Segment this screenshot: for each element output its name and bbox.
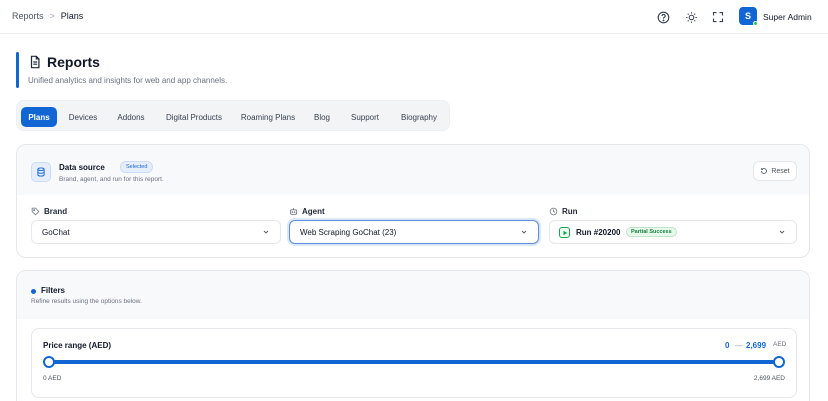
brand-select[interactable]: GoChat [31, 220, 281, 244]
chevron-down-icon [521, 230, 527, 234]
agent-select[interactable]: Web Scraping GoChat (23) [289, 220, 539, 244]
brand-value: GoChat [42, 228, 70, 237]
run-status-badge: Partial Success [626, 227, 677, 237]
data-source-card: Data source Selected Brand, agent, and r… [16, 144, 810, 258]
filters-dot [31, 289, 36, 294]
price-max-handle[interactable] [773, 356, 785, 368]
price-range-dash: — [735, 341, 743, 350]
price-unit: AED [773, 341, 787, 348]
chevron-down-icon [779, 230, 785, 234]
agent-field-label: Agent [289, 207, 325, 216]
database-icon [31, 162, 51, 182]
tab-devices[interactable]: Devices [63, 107, 103, 127]
price-min-handle[interactable] [43, 356, 55, 368]
top-bar: Reports > Plans S Super Admin [0, 0, 828, 34]
reset-button[interactable]: Reset [753, 161, 797, 181]
tab-digital-products[interactable]: Digital Products [159, 107, 229, 127]
breadcrumb: Reports > Plans [12, 11, 83, 21]
report-tabs: Plans Devices Addons Digital Products Ro… [16, 100, 450, 131]
data-source-subtitle: Brand, agent, and run for this report. [59, 176, 164, 183]
tab-plans[interactable]: Plans [21, 107, 57, 127]
run-select[interactable]: Run #20200 Partial Success [549, 220, 797, 244]
breadcrumb-separator: > [49, 11, 55, 21]
page-subtitle: Unified analytics and insights for web a… [28, 76, 228, 85]
clock-icon [549, 207, 558, 216]
chevron-down-icon [263, 230, 269, 234]
agent-value: Web Scraping GoChat (23) [300, 228, 397, 237]
filters-card: Filters Refine results using the options… [16, 270, 810, 401]
tab-support[interactable]: Support [343, 107, 387, 127]
filters-title: Filters [41, 286, 66, 295]
run-value: Run #20200 [576, 228, 621, 237]
price-range-min-label: 0 AED [43, 375, 62, 382]
page-title: Reports [47, 54, 100, 70]
price-selected-min: 0 [725, 341, 730, 350]
price-slider-fill [49, 360, 779, 364]
run-field-label: Run [549, 207, 578, 216]
tab-roaming-plans[interactable]: Roaming Plans [235, 107, 301, 127]
tab-blog[interactable]: Blog [307, 107, 337, 127]
help-icon[interactable] [655, 9, 671, 25]
theme-toggle-icon[interactable] [683, 9, 699, 25]
username[interactable]: Super Admin [763, 12, 812, 22]
filters-subtitle: Refine results using the options below. [31, 298, 142, 305]
brand-field-label: Brand [31, 207, 67, 216]
tag-icon [31, 207, 40, 216]
price-range-filter: Price range (AED) 0 — 2,699 AED 0 AED 2,… [31, 328, 797, 398]
breadcrumb-parent[interactable]: Reports [12, 11, 44, 21]
reset-label: Reset [771, 167, 790, 175]
data-source-title: Data source [59, 163, 105, 172]
price-slider-track[interactable] [43, 356, 785, 368]
status-badge: Selected [120, 161, 154, 173]
breadcrumb-current: Plans [60, 11, 84, 21]
robot-icon [290, 208, 297, 215]
run-label: Run [562, 207, 578, 216]
play-icon [559, 227, 570, 238]
reset-icon [761, 168, 768, 174]
tab-addons[interactable]: Addons [109, 107, 153, 127]
brand-label: Brand [44, 207, 68, 216]
filters-header: Filters Refine results using the options… [17, 271, 809, 319]
price-range-max-label: 2,699 AED [753, 375, 785, 382]
header-accent-bar [16, 52, 19, 88]
tab-biography[interactable]: Biography [393, 107, 445, 127]
price-selected-max: 2,699 [746, 341, 767, 350]
fullscreen-icon[interactable] [710, 9, 726, 25]
online-status-dot [753, 21, 758, 26]
document-icon [28, 55, 42, 69]
price-range-label: Price range (AED) [43, 341, 112, 350]
agent-label: Agent [302, 207, 325, 216]
data-source-header: Data source Selected Brand, agent, and r… [17, 145, 809, 195]
